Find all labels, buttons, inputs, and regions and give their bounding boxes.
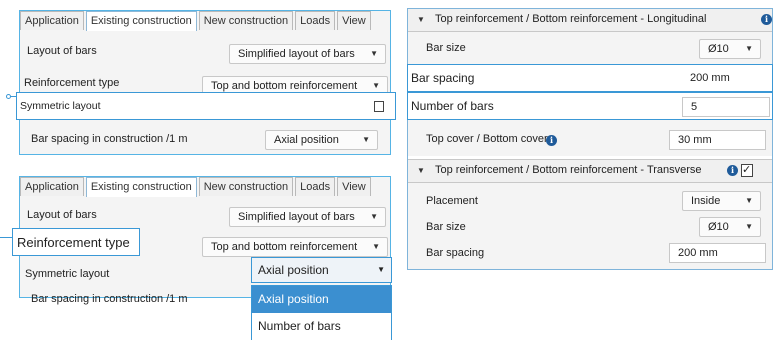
layout-of-bars-dropdown[interactable]: Simplified layout of bars ▼	[229, 207, 386, 227]
bar-spacing-label: Bar spacing in construction /1 m	[31, 133, 188, 145]
layout-of-bars-label: Layout of bars	[27, 45, 97, 57]
transverse-section-header[interactable]: ▼ Top reinforcement / Bottom reinforceme…	[408, 159, 772, 183]
bar-size-value: Ø10	[708, 43, 729, 55]
bar-spacing-selected-value: Axial position	[258, 263, 329, 277]
chevron-down-icon: ▼	[362, 135, 370, 144]
bar-size-label: Bar size	[426, 42, 466, 54]
bar-spacing-row[interactable]: Bar spacing 200 mm	[407, 64, 773, 92]
top-cover-input[interactable]: 30 mm	[669, 130, 766, 150]
tab-new-construction[interactable]: New construction	[198, 177, 294, 196]
transverse-bar-size-label: Bar size	[426, 221, 466, 233]
symmetric-layout-checkbox[interactable]	[374, 101, 384, 112]
chevron-down-icon: ▼	[745, 44, 753, 53]
symmetric-layout-label: Symmetric layout	[25, 268, 110, 280]
collapse-triangle-icon: ▼	[417, 15, 425, 24]
callout-leader-line	[0, 237, 12, 238]
tab-view[interactable]: View	[337, 11, 371, 30]
layout-of-bars-label: Layout of bars	[27, 209, 97, 221]
number-of-bars-row[interactable]: Number of bars 5	[407, 92, 773, 120]
bar-spacing-label: Bar spacing	[411, 71, 475, 85]
top-cover-label: Top cover / Bottom cover	[426, 133, 548, 145]
tab-loads[interactable]: Loads	[295, 11, 336, 30]
reinforcement-panel: ▼ Top reinforcement / Bottom reinforceme…	[407, 8, 773, 270]
chevron-down-icon: ▼	[377, 265, 385, 274]
tab-new-construction[interactable]: New construction	[198, 11, 294, 30]
placement-label: Placement	[426, 195, 478, 207]
checkmark-icon: ✓	[742, 164, 752, 176]
tab-bar: Application Existing construction New co…	[20, 11, 373, 31]
bar-spacing-label: Bar spacing in construction /1 m	[31, 293, 188, 305]
transverse-bar-size-dropdown[interactable]: Ø10 ▼	[699, 217, 761, 237]
tab-loads[interactable]: Loads	[295, 177, 336, 196]
bar-size-dropdown[interactable]: Ø10 ▼	[699, 39, 761, 59]
symmetric-layout-label: Symmetric layout	[20, 100, 101, 112]
transverse-bar-spacing-input[interactable]: 200 mm	[669, 243, 766, 263]
chevron-down-icon: ▼	[370, 212, 378, 221]
number-of-bars-input[interactable]: 5	[682, 97, 770, 117]
reinforcement-type-value: Top and bottom reinforcement	[211, 241, 358, 253]
chevron-down-icon: ▼	[745, 222, 753, 231]
tab-application[interactable]: Application	[20, 177, 84, 196]
placement-dropdown[interactable]: Inside ▼	[682, 191, 761, 211]
reinforcement-type-label: Reinforcement type	[17, 235, 130, 250]
reinforcement-type-label: Reinforcement type	[24, 77, 120, 89]
tab-existing-construction[interactable]: Existing construction	[85, 11, 197, 31]
reinforcement-type-callout: Reinforcement type	[12, 228, 140, 256]
dropdown-option-number-of-bars[interactable]: Number of bars	[252, 313, 391, 340]
longitudinal-section-header[interactable]: ▼ Top reinforcement / Bottom reinforceme…	[408, 9, 772, 32]
number-of-bars-label: Number of bars	[411, 99, 494, 113]
symmetric-layout-row[interactable]: Symmetric layout	[16, 92, 396, 120]
transverse-bar-spacing-label: Bar spacing	[426, 247, 485, 259]
layout-of-bars-dropdown[interactable]: Simplified layout of bars ▼	[229, 44, 386, 64]
info-icon[interactable]: i	[546, 135, 557, 146]
tab-existing-construction[interactable]: Existing construction	[85, 177, 197, 197]
reinforcement-type-dropdown[interactable]: Top and bottom reinforcement ▼	[202, 237, 388, 257]
chevron-down-icon: ▼	[372, 242, 380, 251]
chevron-down-icon: ▼	[370, 49, 378, 58]
bar-spacing-value: Axial position	[274, 134, 339, 146]
longitudinal-section-title: Top reinforcement / Bottom reinforcement…	[435, 13, 707, 25]
tab-application[interactable]: Application	[20, 11, 84, 30]
transverse-bar-size-value: Ø10	[708, 221, 729, 233]
info-icon[interactable]: i	[761, 14, 772, 25]
dropdown-option-axial-position[interactable]: Axial position	[252, 286, 391, 313]
collapse-triangle-icon: ▼	[417, 166, 425, 175]
placement-value: Inside	[691, 195, 721, 207]
chevron-down-icon: ▼	[745, 196, 753, 205]
layout-of-bars-value: Simplified layout of bars	[238, 211, 355, 223]
settings-panel-top: Application Existing construction New co…	[19, 10, 391, 155]
transverse-section-title: Top reinforcement / Bottom reinforcement…	[435, 164, 702, 176]
bar-spacing-dropdown[interactable]: Axial position ▼	[265, 130, 378, 150]
bar-spacing-value: 200 mm	[690, 72, 730, 84]
tab-bar: Application Existing construction New co…	[20, 177, 373, 197]
transverse-enable-checkbox[interactable]: ✓	[741, 164, 753, 177]
layout-of-bars-value: Simplified layout of bars	[238, 48, 355, 60]
dropdown-options-list: Axial position Number of bars	[251, 285, 392, 340]
bar-spacing-dropdown-open[interactable]: Axial position ▼	[251, 257, 392, 283]
info-icon[interactable]: i	[727, 165, 738, 176]
tab-view[interactable]: View	[337, 177, 371, 196]
